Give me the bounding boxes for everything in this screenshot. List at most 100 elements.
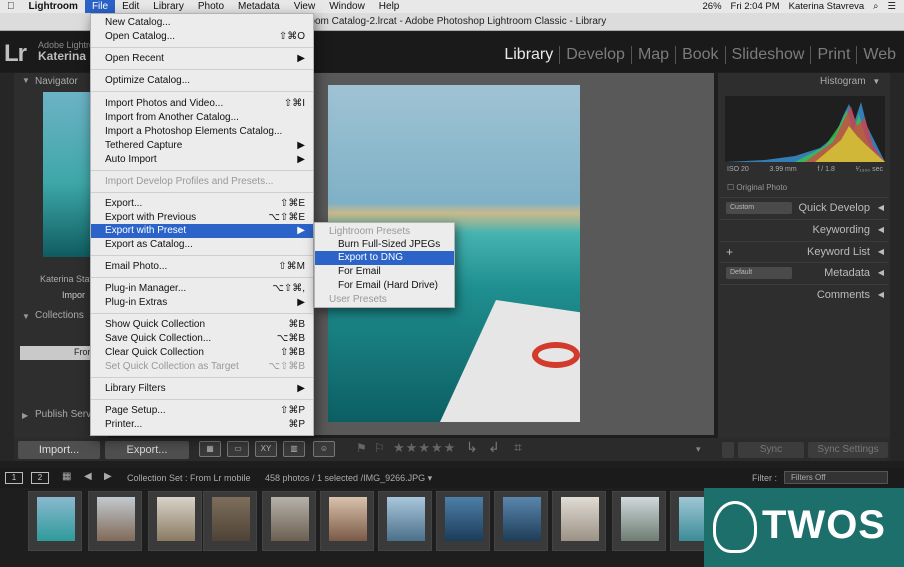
crop-overlay-icon[interactable]: ⌗ xyxy=(514,439,522,456)
menu-page-setup[interactable]: Page Setup... ⇧⌘P xyxy=(91,404,313,418)
menu-lightroom[interactable]: Lightroom xyxy=(22,0,85,13)
expand-triangle-icon[interactable]: ▶ xyxy=(22,411,28,420)
collection-from-item[interactable]: Fror xyxy=(74,347,91,357)
menu-new-catalog[interactable]: New Catalog... xyxy=(91,16,313,30)
toolbar-menu-chevron-icon[interactable]: ▾ xyxy=(696,444,701,455)
filmstrip-thumb[interactable] xyxy=(262,491,316,551)
user-name[interactable]: Katerina Stavreva xyxy=(789,1,865,12)
module-book[interactable]: Book xyxy=(675,46,724,64)
menu-auto-import[interactable]: Auto Import ▶ xyxy=(91,153,313,167)
sync-switch-icon[interactable] xyxy=(722,442,734,458)
import-folder-item[interactable]: Impor xyxy=(62,290,85,300)
quick-develop-panel[interactable]: Custom Quick Develop ◀ xyxy=(720,197,888,217)
histogram-graph[interactable] xyxy=(725,96,885,162)
battery-percent[interactable]: 26% xyxy=(703,1,722,12)
menu-plugin-manager[interactable]: Plug-in Manager... ⌥⇧⌘, xyxy=(91,282,313,296)
menu-show-quick-collection[interactable]: Show Quick Collection ⌘B xyxy=(91,318,313,332)
menu-import-elements[interactable]: Import a Photoshop Elements Catalog... xyxy=(91,125,313,139)
menu-export-previous[interactable]: Export with Previous ⌥⇧⌘E xyxy=(91,211,313,225)
keyword-list-panel[interactable]: + Keyword List ◀ xyxy=(720,241,888,261)
menu-export-as-catalog[interactable]: Export as Catalog... xyxy=(91,238,313,252)
collapse-triangle-icon[interactable]: ▼ xyxy=(872,77,880,86)
module-library[interactable]: Library xyxy=(498,46,559,64)
module-map[interactable]: Map xyxy=(630,46,675,64)
menu-export-with-preset[interactable]: Export with Preset ▶ xyxy=(91,224,313,238)
submenu-burn-jpegs[interactable]: Burn Full-Sized JPEGs xyxy=(315,238,454,252)
import-button[interactable]: Import... xyxy=(18,441,100,459)
menu-library[interactable]: Library xyxy=(146,0,191,13)
collapse-arrow-icon[interactable]: ◀ xyxy=(878,285,884,305)
collapse-arrow-icon[interactable]: ◀ xyxy=(878,198,884,218)
menu-export[interactable]: Export... ⇧⌘E xyxy=(91,197,313,211)
menu-open-recent[interactable]: Open Recent ▶ xyxy=(91,52,313,66)
menu-optimize-catalog[interactable]: Optimize Catalog... xyxy=(91,74,313,88)
people-view-icon[interactable]: ☺ xyxy=(313,441,335,457)
keywording-panel[interactable]: Keywording ◀ xyxy=(720,219,888,239)
publish-services-header[interactable]: Publish Serv xyxy=(35,409,91,420)
menu-library-filters[interactable]: Library Filters ▶ xyxy=(91,382,313,396)
module-print[interactable]: Print xyxy=(810,46,856,64)
filmstrip-thumb[interactable] xyxy=(612,491,666,551)
saved-preset-select[interactable]: Custom xyxy=(726,202,792,214)
add-keyword-icon[interactable]: + xyxy=(726,242,733,262)
menu-photo[interactable]: Photo xyxy=(191,0,231,13)
sync-settings-button[interactable]: Sync Settings xyxy=(808,442,888,458)
menu-view[interactable]: View xyxy=(287,0,323,13)
apple-menu-icon[interactable]:  xyxy=(0,0,22,13)
export-button[interactable]: Export... xyxy=(105,441,189,459)
menu-edit[interactable]: Edit xyxy=(115,0,146,13)
original-photo-toggle[interactable]: ☐ Original Photo xyxy=(727,183,787,192)
list-icon[interactable]: ☰ xyxy=(887,1,896,12)
module-slideshow[interactable]: Slideshow xyxy=(724,46,811,64)
metadata-preset-select[interactable]: Default xyxy=(726,267,792,279)
rotate-right-icon[interactable]: ↲ xyxy=(488,439,500,456)
menu-printer[interactable]: Printer... ⌘P xyxy=(91,418,313,432)
menu-window[interactable]: Window xyxy=(322,0,372,13)
submenu-for-email[interactable]: For Email xyxy=(315,265,454,279)
collapse-arrow-icon[interactable]: ◀ xyxy=(878,263,884,283)
primary-display-button[interactable]: 1 xyxy=(5,472,23,484)
menu-import-from-catalog[interactable]: Import from Another Catalog... xyxy=(91,111,313,125)
filmstrip-thumb[interactable] xyxy=(148,491,202,551)
forward-arrow-icon[interactable]: ▶ xyxy=(104,471,112,482)
filmstrip-thumb[interactable] xyxy=(28,491,82,551)
metadata-panel[interactable]: Default Metadata ◀ xyxy=(720,262,888,282)
menu-save-quick-collection[interactable]: Save Quick Collection... ⌥⌘B xyxy=(91,332,313,346)
flag-icon[interactable]: ⚑ xyxy=(356,441,367,455)
filmstrip-thumb[interactable] xyxy=(494,491,548,551)
filmstrip-thumb[interactable] xyxy=(203,491,257,551)
menu-plugin-extras[interactable]: Plug-in Extras ▶ xyxy=(91,296,313,310)
menu-email-photo[interactable]: Email Photo... ⇧⌘M xyxy=(91,260,313,274)
submenu-export-to-dng[interactable]: Export to DNG xyxy=(315,251,454,265)
filmstrip-thumb[interactable] xyxy=(88,491,142,551)
star-rating[interactable]: ★★★★★ xyxy=(393,440,456,456)
survey-view-icon[interactable]: ▥ xyxy=(283,441,305,457)
grid-icon[interactable]: ▦ xyxy=(62,471,71,482)
filmstrip-thumb[interactable] xyxy=(436,491,490,551)
clock[interactable]: Fri 2:04 PM xyxy=(731,1,780,12)
catalog-user[interactable]: Katerina Stav xyxy=(40,274,94,284)
secondary-display-button[interactable]: 2 xyxy=(31,472,49,484)
menu-tethered-capture[interactable]: Tethered Capture ▶ xyxy=(91,139,313,153)
filmstrip-thumb[interactable] xyxy=(552,491,606,551)
histogram-header[interactable]: Histogram ▼ xyxy=(820,76,880,87)
module-web[interactable]: Web xyxy=(856,46,902,64)
comments-panel[interactable]: Comments ◀ xyxy=(720,284,888,304)
compare-view-icon[interactable]: XY xyxy=(255,441,277,457)
menu-open-catalog[interactable]: Open Catalog... ⇧⌘O xyxy=(91,30,313,44)
checkbox-icon[interactable]: ☐ xyxy=(727,183,734,192)
filmstrip-count[interactable]: 458 photos / 1 selected /IMG_9266.JPG ▾ xyxy=(265,473,432,484)
sync-button[interactable]: Sync xyxy=(738,442,804,458)
collections-header[interactable]: Collections xyxy=(35,310,84,321)
grid-view-icon[interactable]: ▦ xyxy=(199,441,221,457)
menu-file[interactable]: File xyxy=(84,0,116,13)
navigator-preview[interactable] xyxy=(43,92,93,257)
menu-metadata[interactable]: Metadata xyxy=(231,0,287,13)
submenu-for-email-hard-drive[interactable]: For Email (Hard Drive) xyxy=(315,279,454,293)
filter-select[interactable]: Filters Off xyxy=(784,471,888,484)
collapse-triangle-icon[interactable]: ▼ xyxy=(22,76,30,85)
module-develop[interactable]: Develop xyxy=(559,46,631,64)
rotate-left-icon[interactable]: ↳ xyxy=(466,439,478,456)
collapse-triangle-icon[interactable]: ▼ xyxy=(22,312,30,321)
menu-import-photos[interactable]: Import Photos and Video... ⇧⌘I xyxy=(91,97,313,111)
